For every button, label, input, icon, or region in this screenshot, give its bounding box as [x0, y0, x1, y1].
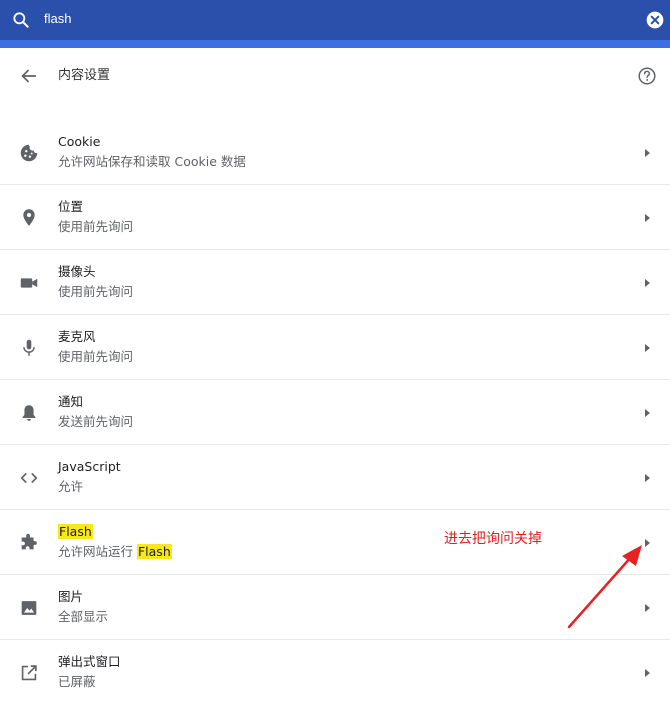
accent-strip	[0, 40, 670, 48]
search-icon	[13, 12, 29, 28]
list-item-subtitle: 发送前先询问	[58, 414, 134, 429]
chevron-right-icon	[645, 539, 650, 547]
list-item-title: 摄像头	[58, 264, 96, 279]
open-in-new-icon	[21, 665, 37, 681]
bell-icon	[22, 405, 36, 421]
microphone-icon	[23, 339, 35, 356]
list-item-subtitle: 使用前先询问	[58, 219, 134, 234]
list-item-subtitle: 允许网站保存和读取 Cookie 数据	[58, 154, 246, 169]
list-item-subtitle: 允许网站运行 Flash	[58, 543, 172, 561]
back-arrow-icon[interactable]	[18, 65, 40, 87]
list-item-notifications[interactable]: 通知 发送前先询问	[0, 380, 670, 445]
chevron-right-icon	[645, 279, 650, 287]
list-item-subtitle: 允许	[58, 479, 84, 494]
list-item-title: JavaScript	[58, 459, 121, 474]
chevron-right-icon	[645, 214, 650, 222]
camera-icon	[20, 278, 38, 288]
chevron-right-icon	[645, 604, 650, 612]
location-pin-icon	[23, 209, 35, 226]
list-item-location[interactable]: 位置 使用前先询问	[0, 185, 670, 250]
list-item-subtitle: 全部显示	[58, 609, 109, 624]
list-item-camera[interactable]: 摄像头 使用前先询问	[0, 250, 670, 315]
list-item-title: 麦克风	[58, 329, 96, 344]
list-item-title: 弹出式窗口	[58, 654, 121, 669]
list-item-subtitle: 使用前先询问	[58, 349, 134, 364]
list-item-title: 通知	[58, 394, 84, 409]
page-header: 内容设置	[0, 48, 670, 104]
page-title: 内容设置	[58, 68, 111, 83]
image-icon	[21, 601, 37, 615]
chevron-right-icon	[645, 474, 650, 482]
list-item-popups[interactable]: 弹出式窗口 已屏蔽	[0, 640, 670, 704]
cookie-icon	[20, 144, 38, 162]
chevron-right-icon	[645, 149, 650, 157]
list-item-title: 图片	[58, 589, 84, 604]
annotation-text: 进去把询问关掉	[444, 531, 542, 547]
search-highlight: Flash	[136, 544, 172, 559]
list-item-cookie[interactable]: Cookie 允许网站保存和读取 Cookie 数据	[0, 120, 670, 185]
search-highlight: Flash	[58, 524, 93, 539]
help-icon[interactable]	[636, 65, 658, 87]
list-item-title: 位置	[58, 199, 84, 214]
subtitle-text: 允许网站运行	[58, 544, 137, 559]
list-item-title: Flash	[58, 523, 93, 541]
list-item-microphone[interactable]: 麦克风 使用前先询问	[0, 315, 670, 380]
list-item-subtitle: 使用前先询问	[58, 284, 134, 299]
puzzle-icon	[21, 533, 37, 550]
list-item-subtitle: 已屏蔽	[58, 674, 96, 689]
chevron-right-icon	[645, 409, 650, 417]
search-bar: flash	[0, 0, 670, 40]
code-icon	[20, 472, 38, 484]
list-item-images[interactable]: 图片 全部显示	[0, 575, 670, 640]
content-settings-list: Cookie 允许网站保存和读取 Cookie 数据 位置 使用前先询问 摄像头…	[0, 120, 670, 704]
chevron-right-icon	[645, 344, 650, 352]
clear-search-icon[interactable]	[645, 10, 665, 30]
chevron-right-icon	[645, 669, 650, 677]
search-input[interactable]: flash	[44, 10, 71, 28]
list-item-title: Cookie	[58, 134, 101, 149]
list-item-javascript[interactable]: JavaScript 允许	[0, 445, 670, 510]
list-item-flash[interactable]: Flash 允许网站运行 Flash	[0, 510, 670, 575]
